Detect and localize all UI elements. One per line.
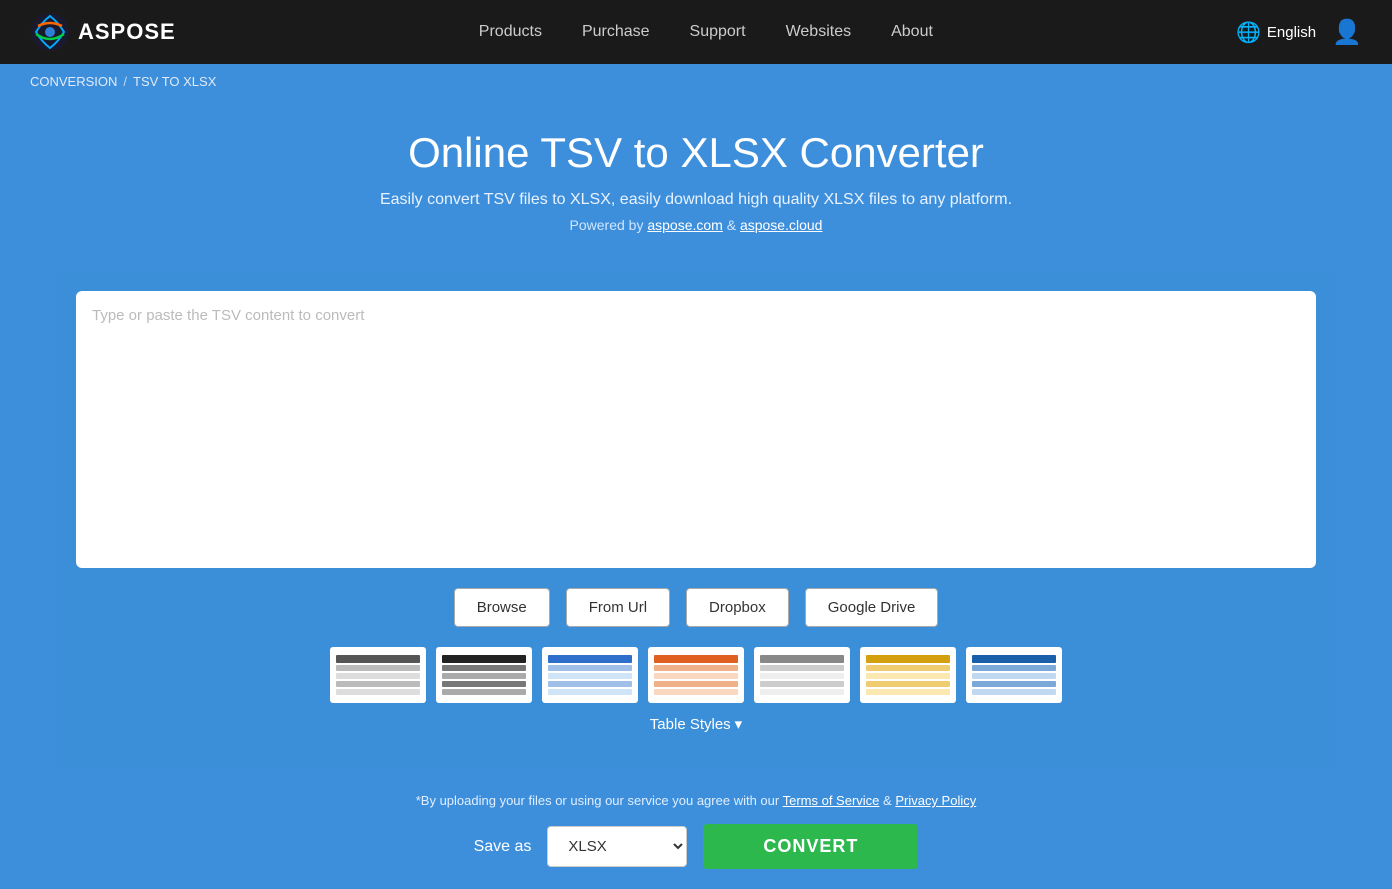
textarea-container	[76, 291, 1316, 568]
tos-text: *By uploading your files or using our se…	[20, 793, 1372, 808]
table-style-grey[interactable]	[754, 647, 850, 703]
tsv-input[interactable]	[92, 307, 1300, 547]
hero-section: Online TSV to XLSX Converter Easily conv…	[0, 99, 1392, 261]
table-style-blue-dark[interactable]	[966, 647, 1062, 703]
tos-link[interactable]: Terms of Service	[783, 793, 880, 808]
table-style-blue[interactable]	[542, 647, 638, 703]
breadcrumb-current: TSV TO XLSX	[133, 74, 216, 89]
page-title: Online TSV to XLSX Converter	[20, 129, 1372, 177]
language-label: English	[1267, 24, 1316, 41]
language-selector[interactable]: 🌐 English	[1236, 20, 1316, 45]
main-card: Browse From Url Dropbox Google Drive	[56, 271, 1336, 769]
footer-area: *By uploading your files or using our se…	[0, 779, 1392, 889]
nav-websites[interactable]: Websites	[786, 23, 852, 41]
user-icon[interactable]: 👤	[1332, 18, 1362, 47]
browse-button[interactable]: Browse	[454, 588, 550, 627]
breadcrumb-conversion[interactable]: CONVERSION	[30, 74, 117, 89]
globe-icon: 🌐	[1236, 20, 1261, 45]
nav-support[interactable]: Support	[690, 23, 746, 41]
from-url-button[interactable]: From Url	[566, 588, 670, 627]
table-styles-row	[76, 647, 1316, 703]
dropbox-button[interactable]: Dropbox	[686, 588, 789, 627]
bottom-row: Save as XLSX XLS CSV ODS PDF CONVERT	[20, 824, 1372, 869]
chevron-down-icon: ▾	[735, 715, 743, 733]
table-style-plain[interactable]	[330, 647, 426, 703]
upload-buttons: Browse From Url Dropbox Google Drive	[76, 588, 1316, 627]
aspose-logo-icon	[30, 12, 70, 52]
convert-button[interactable]: CONVERT	[703, 824, 918, 869]
navbar-nav: Products Purchase Support Websites About	[479, 23, 933, 41]
navbar-logo-area: ASPOSE	[30, 12, 176, 52]
save-as-label: Save as	[474, 838, 532, 856]
powered-by: Powered by aspose.com & aspose.cloud	[20, 217, 1372, 233]
nav-products[interactable]: Products	[479, 23, 542, 41]
table-style-black[interactable]	[436, 647, 532, 703]
nav-about[interactable]: About	[891, 23, 933, 41]
privacy-link[interactable]: Privacy Policy	[895, 793, 976, 808]
nav-purchase[interactable]: Purchase	[582, 23, 650, 41]
hero-subtitle: Easily convert TSV files to XLSX, easily…	[20, 191, 1372, 209]
aspose-cloud-link[interactable]: aspose.cloud	[740, 217, 823, 233]
logo-text: ASPOSE	[78, 19, 176, 45]
breadcrumb-separator: /	[123, 74, 127, 89]
navbar: ASPOSE Products Purchase Support Website…	[0, 0, 1392, 64]
table-styles-label[interactable]: Table Styles ▾	[76, 715, 1316, 733]
google-drive-button[interactable]: Google Drive	[805, 588, 939, 627]
breadcrumb: CONVERSION / TSV TO XLSX	[0, 64, 1392, 99]
aspose-com-link[interactable]: aspose.com	[647, 217, 722, 233]
table-style-orange[interactable]	[648, 647, 744, 703]
navbar-right: 🌐 English 👤	[1236, 18, 1362, 47]
format-select[interactable]: XLSX XLS CSV ODS PDF	[547, 826, 687, 867]
table-style-yellow[interactable]	[860, 647, 956, 703]
